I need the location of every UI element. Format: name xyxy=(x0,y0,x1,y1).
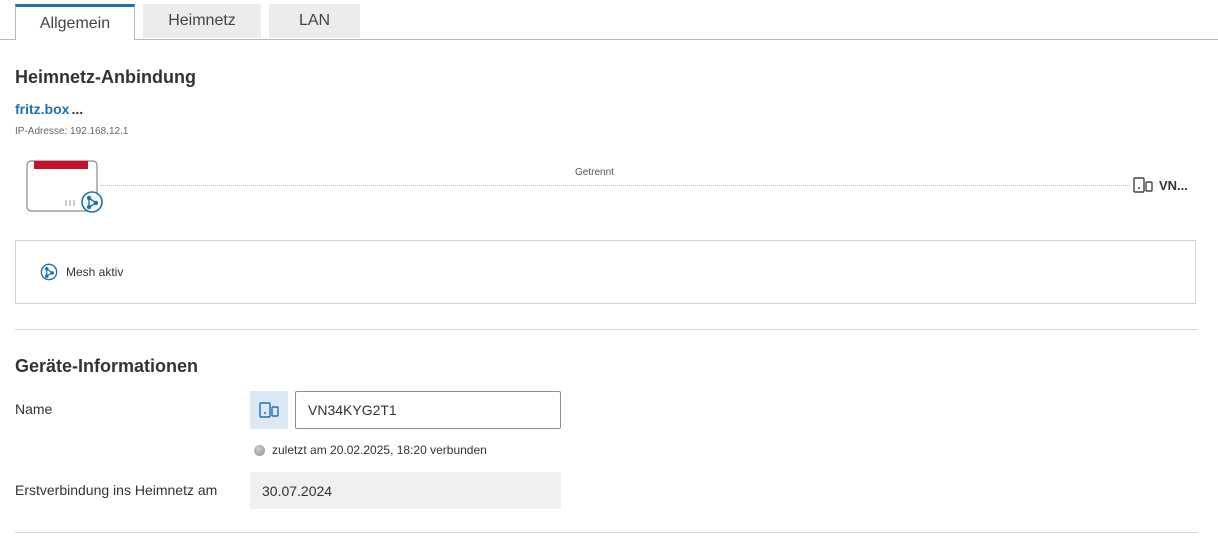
remote-device[interactable]: VN... xyxy=(1133,177,1188,193)
mesh-icon xyxy=(40,263,58,281)
divider xyxy=(15,329,1198,330)
router-icon xyxy=(26,160,103,213)
connection-status: Getrennt xyxy=(575,167,614,178)
device-icon xyxy=(259,402,279,418)
host-link[interactable]: fritz.box... xyxy=(15,101,83,117)
tab-allgemein[interactable]: Allgemein xyxy=(15,4,135,40)
first-connection-label: Erstverbindung ins Heimnetz am xyxy=(15,482,218,498)
first-connection-value: 30.07.2024 xyxy=(250,472,561,509)
status-dot-icon xyxy=(254,444,265,456)
tab-bar: Allgemein Heimnetz LAN xyxy=(0,0,1218,40)
device-info-title: Geräte-Informationen xyxy=(15,356,199,376)
host-more-dots[interactable]: ... xyxy=(71,101,83,117)
last-connected-status: zuletzt am 20.02.2025, 18:20 verbunden xyxy=(254,443,487,457)
last-connected-text: zuletzt am 20.02.2025, 18:20 verbunden xyxy=(272,443,487,457)
mesh-status-box: Mesh aktiv xyxy=(15,240,1196,304)
divider xyxy=(15,532,1198,533)
host-name[interactable]: fritz.box xyxy=(15,101,69,117)
remote-device-label: VN... xyxy=(1159,177,1188,193)
device-icon xyxy=(1133,177,1153,193)
tab-lan[interactable]: LAN xyxy=(269,4,360,38)
device-name-input[interactable] xyxy=(295,391,561,429)
mesh-status-label: Mesh aktiv xyxy=(66,265,124,279)
device-type-button[interactable] xyxy=(250,391,288,429)
ip-address: IP-Adresse: 192.168.12.1 xyxy=(15,126,129,137)
name-label: Name xyxy=(15,401,53,417)
connection-section-title: Heimnetz-Anbindung xyxy=(15,67,196,87)
mesh-icon xyxy=(81,191,103,213)
tab-heimnetz[interactable]: Heimnetz xyxy=(143,4,261,38)
connection-line xyxy=(100,185,1130,186)
